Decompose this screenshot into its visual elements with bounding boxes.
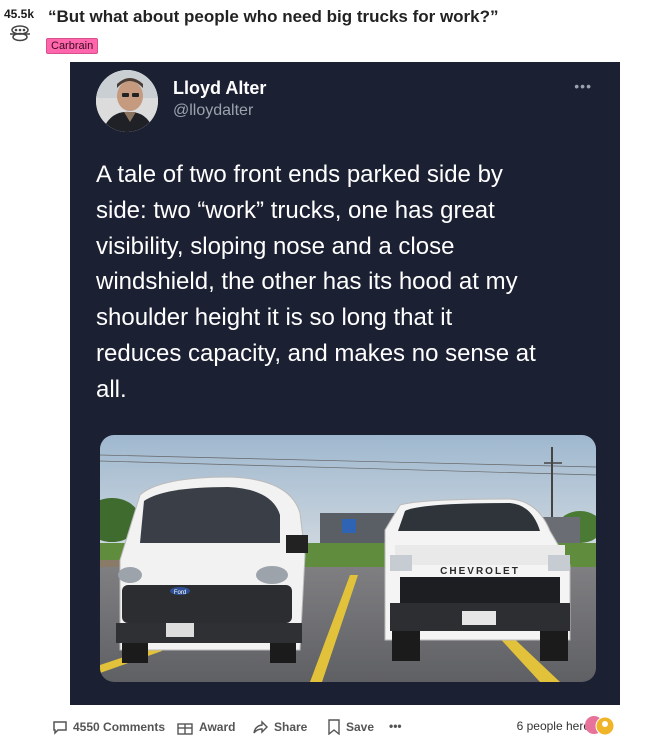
- presence-label: 6 people here: [516, 719, 590, 733]
- comments-button[interactable]: 4550 Comments: [52, 719, 165, 735]
- tweet-card: Lloyd Alter @lloydalter ••• A tale of tw…: [70, 62, 620, 705]
- van-badge: Ford: [174, 590, 186, 596]
- reddit-post: 45.5k “But what about people who need bi…: [0, 0, 650, 748]
- bookmark-icon: [328, 719, 340, 735]
- gift-icon: [177, 723, 193, 735]
- vote-column: 45.5k: [0, 0, 42, 748]
- comments-label: 4550 Comments: [73, 720, 166, 734]
- post-title[interactable]: “But what about people who need big truc…: [48, 7, 499, 27]
- save-label: Save: [346, 720, 375, 734]
- author-handle[interactable]: @lloydalter: [173, 102, 253, 120]
- truck-brand-text: CHEVROLET: [440, 566, 520, 577]
- tweet-photo[interactable]: Ford CHEVROLET: [100, 435, 596, 682]
- post-flair[interactable]: Carbrain: [46, 38, 99, 54]
- post-footer: 4550 Comments Award Share Save ••• 6 peo…: [0, 706, 650, 748]
- award-label: Award: [199, 720, 236, 734]
- presence-avatars: [585, 716, 615, 736]
- share-label: Share: [274, 720, 308, 734]
- save-button[interactable]: Save: [327, 719, 374, 735]
- avatar: [96, 70, 158, 132]
- vote-count: 45.5k: [4, 7, 35, 21]
- more-icon[interactable]: •••: [574, 78, 592, 94]
- award-icon[interactable]: [6, 24, 34, 42]
- comment-icon: [53, 721, 67, 735]
- share-icon: [253, 720, 268, 734]
- tweet-text: A tale of two front ends parked side by …: [96, 161, 536, 403]
- share-button[interactable]: Share: [251, 719, 307, 735]
- author-name[interactable]: Lloyd Alter: [173, 78, 266, 99]
- more-options-button[interactable]: •••: [389, 719, 402, 733]
- award-button[interactable]: Award: [176, 719, 235, 735]
